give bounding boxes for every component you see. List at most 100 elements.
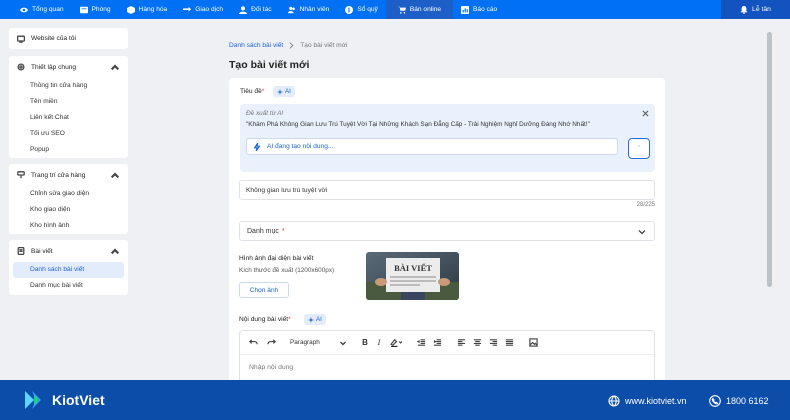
paint-icon xyxy=(17,171,25,179)
indent-icon xyxy=(433,339,441,346)
chevron-right-icon xyxy=(289,42,294,49)
nav-label: Tổng quan xyxy=(32,6,64,13)
sidebar-item-theme-store[interactable]: Kho giao diện xyxy=(9,202,128,218)
paragraph-select[interactable]: Paragraph xyxy=(286,336,350,350)
nav-label: Bán online xyxy=(409,6,442,13)
nav-staff[interactable]: Nhân viên xyxy=(280,0,338,19)
undo-button[interactable] xyxy=(246,336,260,350)
footer-website[interactable]: www.kiotviet.vn xyxy=(608,395,687,407)
sidebar-item-chat-link[interactable]: Liên kết Chat xyxy=(9,110,128,126)
sidebar-design-header[interactable]: Trang trí cửa hàng xyxy=(9,164,128,186)
website-text: www.kiotviet.vn xyxy=(625,396,687,406)
align-center-button[interactable] xyxy=(470,336,484,350)
align-justify-button[interactable] xyxy=(502,336,516,350)
sidebar-item-image-store[interactable]: Kho hình ảnh xyxy=(9,218,128,234)
redo-button[interactable] xyxy=(264,336,278,350)
category-select[interactable]: Danh mục * xyxy=(239,221,655,241)
title-label: Tiêu đề* xyxy=(240,88,264,95)
redo-icon xyxy=(266,339,276,345)
ai-send-button[interactable]: ' xyxy=(628,138,650,159)
send-glyph: ' xyxy=(638,145,640,152)
title-input[interactable]: Không gian lưu trú tuyệt vời xyxy=(239,180,655,200)
content-ai-button[interactable]: AI xyxy=(304,314,326,325)
ai-prompt-input[interactable]: AI đang tạo nội dung... xyxy=(246,138,618,155)
bell-icon xyxy=(740,5,748,14)
sidebar-general-card: Thiết lập chung Thông tin cửa hàng Tên m… xyxy=(9,56,128,158)
outdent-button[interactable] xyxy=(414,336,428,350)
nav-label: Đối tác xyxy=(251,6,272,13)
align-center-icon xyxy=(473,339,481,346)
kiotviet-logo: KiotViet xyxy=(22,388,105,412)
ai-suggestion-heading: Đề xuất từ AI xyxy=(246,110,284,117)
ai-suggestion-text[interactable]: "Khám Phá Không Gian Lưu Trú Tuyệt Vời T… xyxy=(246,121,590,128)
required-mark: * xyxy=(281,227,285,235)
sidebar-general-header[interactable]: Thiết lập chung xyxy=(9,56,128,78)
scrollbar-thumb[interactable] xyxy=(767,32,772,287)
sidebar-item-post-categories[interactable]: Danh mục bài viết xyxy=(9,278,128,294)
nav-label: Nhân viên xyxy=(299,6,330,13)
reception-button[interactable]: Lễ tân xyxy=(721,0,790,19)
sidebar-posts-header[interactable]: Bài viết xyxy=(9,240,128,262)
sidebar-item-post-list[interactable]: Danh sách bài viết xyxy=(13,262,124,278)
breadcrumb-current: Tạo bài viết mới xyxy=(300,42,348,49)
breadcrumb-parent-link[interactable]: Danh sách bài viết xyxy=(229,42,283,49)
ai-label: AI xyxy=(316,316,322,323)
image-icon xyxy=(528,338,538,347)
sidebar-item-popup[interactable]: Popup xyxy=(9,142,128,158)
sidebar-my-website[interactable]: Website của tôi xyxy=(9,28,128,49)
title-label-text: Tiêu đề xyxy=(240,88,262,95)
nav-transactions[interactable]: Giao dịch xyxy=(175,0,231,19)
nav-label: Phòng xyxy=(91,6,111,13)
nav-overview[interactable]: Tổng quan xyxy=(0,0,72,19)
breadcrumb: Danh sách bài viết Tạo bài viết mới xyxy=(229,42,347,49)
nav-label: Hàng hóa xyxy=(138,6,168,13)
page-scrollbar[interactable] xyxy=(765,19,774,380)
bold-button[interactable]: B xyxy=(358,336,372,350)
title-char-count: 28/225 xyxy=(636,202,655,208)
editor-toolbar: Paragraph B I xyxy=(240,331,654,355)
align-left-button[interactable] xyxy=(454,336,468,350)
insert-image-button[interactable] xyxy=(526,336,540,350)
choose-image-button[interactable]: Chọn ảnh xyxy=(239,282,289,298)
box-icon xyxy=(126,5,135,14)
brand-name: KiotViet xyxy=(52,392,105,408)
align-right-button[interactable] xyxy=(486,336,500,350)
sidebar-item-seo[interactable]: Tối ưu SEO xyxy=(9,126,128,142)
image-caption: BÀI VIẾT xyxy=(394,263,432,273)
sidebar-my-website-card: Website của tôi xyxy=(9,28,128,49)
newspaper-illustration xyxy=(366,252,459,300)
nav-reports[interactable]: Báo cáo xyxy=(453,0,505,19)
nav-online-sales[interactable]: Bán online xyxy=(385,0,454,19)
sidebar-item-store-info[interactable]: Thông tin cửa hàng xyxy=(9,78,128,94)
nav-cashbook[interactable]: Sổ quỹ xyxy=(337,0,386,19)
cart-icon xyxy=(397,6,406,14)
sidebar-item-domain[interactable]: Tên miền xyxy=(9,94,128,110)
sidebar-item-edit-theme[interactable]: Chỉnh sửa giao diện xyxy=(9,186,128,202)
chevron-down-icon xyxy=(638,230,646,235)
footer-phone[interactable]: 1800 6162 xyxy=(709,395,769,407)
close-icon[interactable] xyxy=(642,110,649,117)
phone-icon xyxy=(709,395,721,407)
italic-button[interactable]: I xyxy=(372,336,386,350)
sparkle-icon xyxy=(277,88,283,95)
required-mark: * xyxy=(288,316,291,323)
document-icon xyxy=(17,247,25,255)
gear-icon xyxy=(17,63,25,71)
sidebar-section-title: Trang trí cửa hàng xyxy=(31,171,86,179)
content-editor[interactable]: Paragraph B I Nhập nội dung xyxy=(239,330,655,383)
indent-button[interactable] xyxy=(430,336,444,350)
nav-products[interactable]: Hàng hóa xyxy=(119,0,176,19)
title-ai-button[interactable]: AI xyxy=(273,86,295,97)
outdent-icon xyxy=(416,339,425,346)
title-input-value: Không gian lưu trú tuyệt vời xyxy=(246,186,328,194)
nav-rooms[interactable]: Phòng xyxy=(72,0,119,19)
category-placeholder: Danh mục xyxy=(247,227,279,235)
ai-generating-text: AI đang tạo nội dung... xyxy=(267,143,334,150)
content-label: Nội dung bài viết* xyxy=(239,316,291,323)
sparkle-icon xyxy=(308,316,314,323)
nav-partners[interactable]: Đối tác xyxy=(231,0,280,19)
phone-text: 1800 6162 xyxy=(726,396,769,406)
users-icon xyxy=(287,6,295,13)
text-color-button[interactable] xyxy=(386,336,406,350)
sidebar-posts-card: Bài viết Danh sách bài viết Danh mục bài… xyxy=(9,240,128,295)
